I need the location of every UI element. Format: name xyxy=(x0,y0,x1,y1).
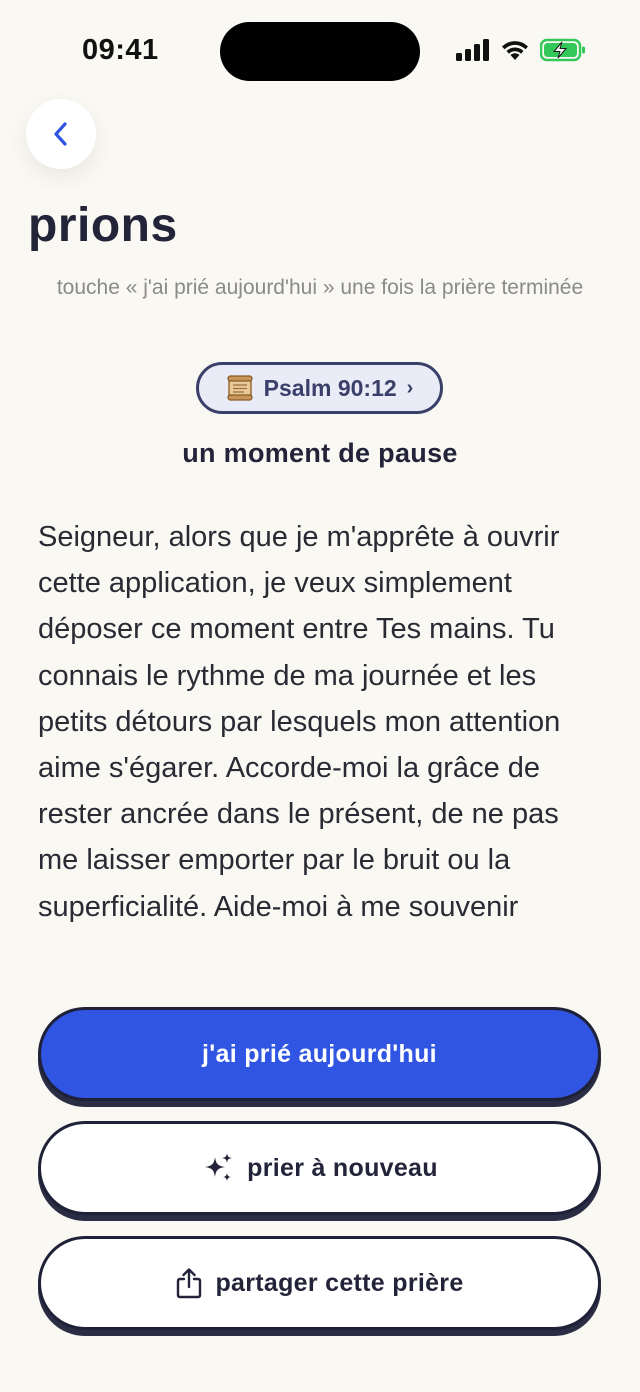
pray-again-label: prier à nouveau xyxy=(247,1153,438,1182)
verse-reference-chip[interactable]: Psalm 90:12 › xyxy=(196,362,443,414)
share-prayer-button[interactable]: partager cette prière xyxy=(38,1236,601,1330)
verse-reference: Psalm 90:12 xyxy=(263,374,397,401)
battery-charging-icon xyxy=(540,38,585,62)
status-bar: 09:41 xyxy=(0,0,640,100)
prayer-fade-overlay xyxy=(0,964,640,1004)
prayer-screen: 09:41 prions touche « j'ai prié aujourd'… xyxy=(0,0,640,1392)
prayer-body: Seigneur, alors que je m'apprête à ouvri… xyxy=(38,521,561,923)
wifi-icon xyxy=(502,41,528,60)
status-icons xyxy=(456,38,586,62)
prayed-today-label: j'ai prié aujourd'hui xyxy=(202,1039,437,1068)
chevron-left-icon xyxy=(54,122,67,146)
sparkles-icon xyxy=(205,1153,233,1181)
prayer-subtitle: un moment de pause xyxy=(182,438,458,468)
status-time: 09:41 xyxy=(82,34,159,66)
dynamic-island xyxy=(220,22,420,81)
page-title: prions xyxy=(28,199,178,252)
share-prayer-label: partager cette prière xyxy=(215,1268,464,1297)
scroll-icon xyxy=(227,375,253,401)
prayed-today-button[interactable]: j'ai prié aujourd'hui xyxy=(38,1007,601,1101)
back-button[interactable] xyxy=(26,99,96,169)
share-icon xyxy=(177,1268,202,1299)
chevron-right-icon: › xyxy=(406,376,414,399)
instruction-hint: touche « j'ai prié aujourd'hui » une foi… xyxy=(56,276,584,299)
pray-again-button[interactable]: prier à nouveau xyxy=(38,1121,601,1215)
prayer-scroll-area[interactable]: Seigneur, alors que je m'apprête à ouvri… xyxy=(38,514,602,994)
signal-icon xyxy=(456,39,489,61)
